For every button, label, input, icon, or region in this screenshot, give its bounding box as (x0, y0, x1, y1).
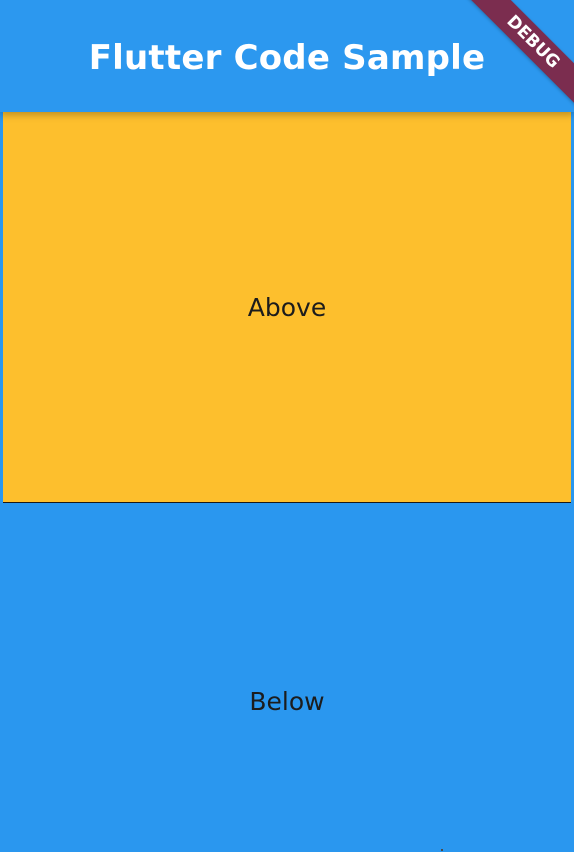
below-section: Below (3, 503, 571, 852)
app-window: Flutter Code Sample DEBUG Above Below (0, 0, 574, 852)
app-bar-title: Flutter Code Sample (88, 38, 486, 78)
below-label: Below (249, 687, 325, 716)
section-divider (3, 502, 571, 503)
above-section: Above (3, 112, 571, 502)
above-label: Above (247, 292, 327, 322)
small-dot (441, 849, 443, 851)
